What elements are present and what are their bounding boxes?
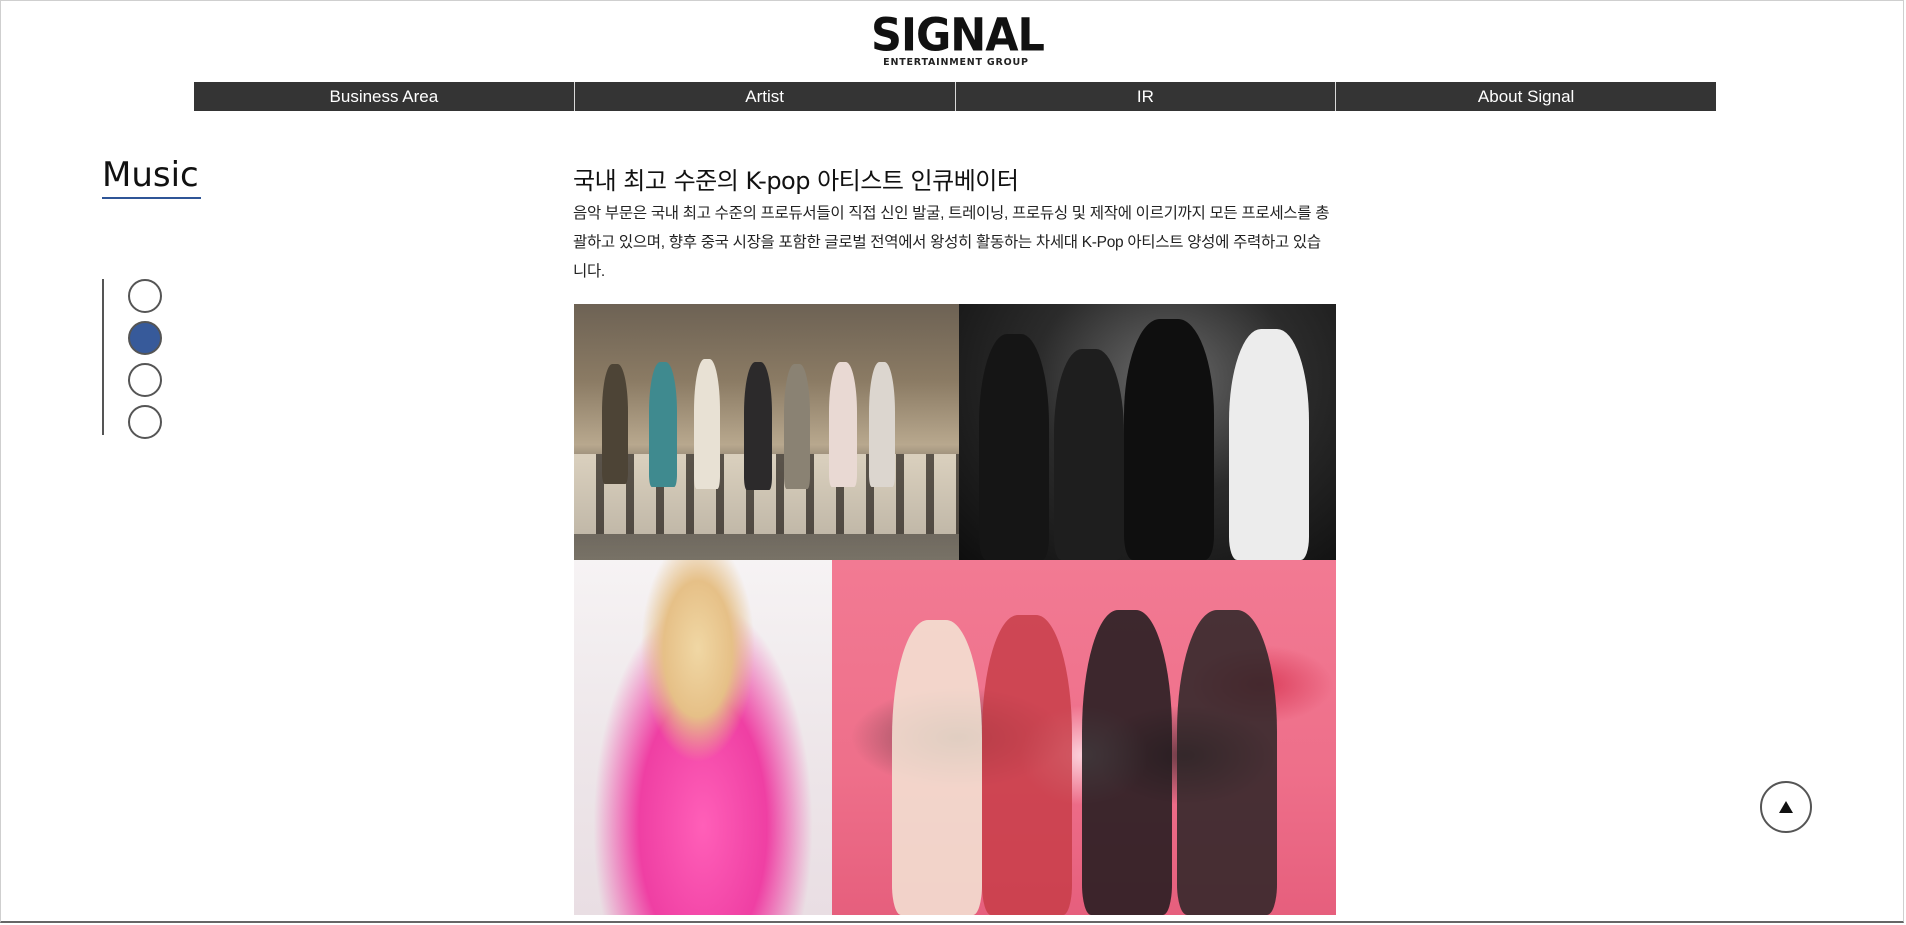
figure [1124,319,1214,560]
figure [869,362,895,487]
indicator-dot-2-active[interactable] [128,321,162,355]
group-black-suits-photo [959,304,1336,560]
figure [784,364,810,489]
nav-item-ir[interactable]: IR [954,82,1336,111]
signal-logo[interactable]: SIGNAL ENTERTAINMENT GROUP [871,9,1045,68]
triangle-up-icon [1779,801,1793,813]
figure [1082,610,1172,915]
nav-item-business-area[interactable]: Business Area [194,82,574,111]
scroll-top-button[interactable] [1760,781,1812,833]
figure [649,362,677,487]
figure [1229,329,1309,560]
logo-wordmark: SIGNAL [871,9,1045,63]
group-crosswalk-photo [574,304,959,560]
indicator-dot-4[interactable] [128,405,162,439]
solo-pink-shirt-photo [574,560,832,915]
figure [694,359,720,489]
page: SIGNAL ENTERTAINMENT GROUP Business Area… [0,0,1904,923]
figure [979,334,1049,560]
girl-group-pink-background-photo [832,560,1336,915]
figure [982,615,1072,915]
artist-photo-gallery [574,304,1336,915]
indicator-dot-1[interactable] [128,279,162,313]
content-headline: 국내 최고 수준의 K-pop 아티스트 인큐베이터 [573,167,1019,195]
content-description: 음악 부문은 국내 최고 수준의 프로듀서들이 직접 신인 발굴, 트레이닝, … [573,205,1330,280]
figure [1054,349,1124,560]
section-indicator [102,279,162,439]
nav-item-about-signal[interactable]: About Signal [1335,82,1716,111]
figure [1177,610,1277,915]
nav-item-artist[interactable]: Artist [573,82,955,111]
section-title: Music [102,155,201,199]
main-nav: Business Area Artist IR About Signal [194,82,1716,111]
figure [892,620,982,915]
indicator-dot-3[interactable] [128,363,162,397]
figure [602,364,628,484]
figure [744,362,772,490]
figure [829,362,857,487]
